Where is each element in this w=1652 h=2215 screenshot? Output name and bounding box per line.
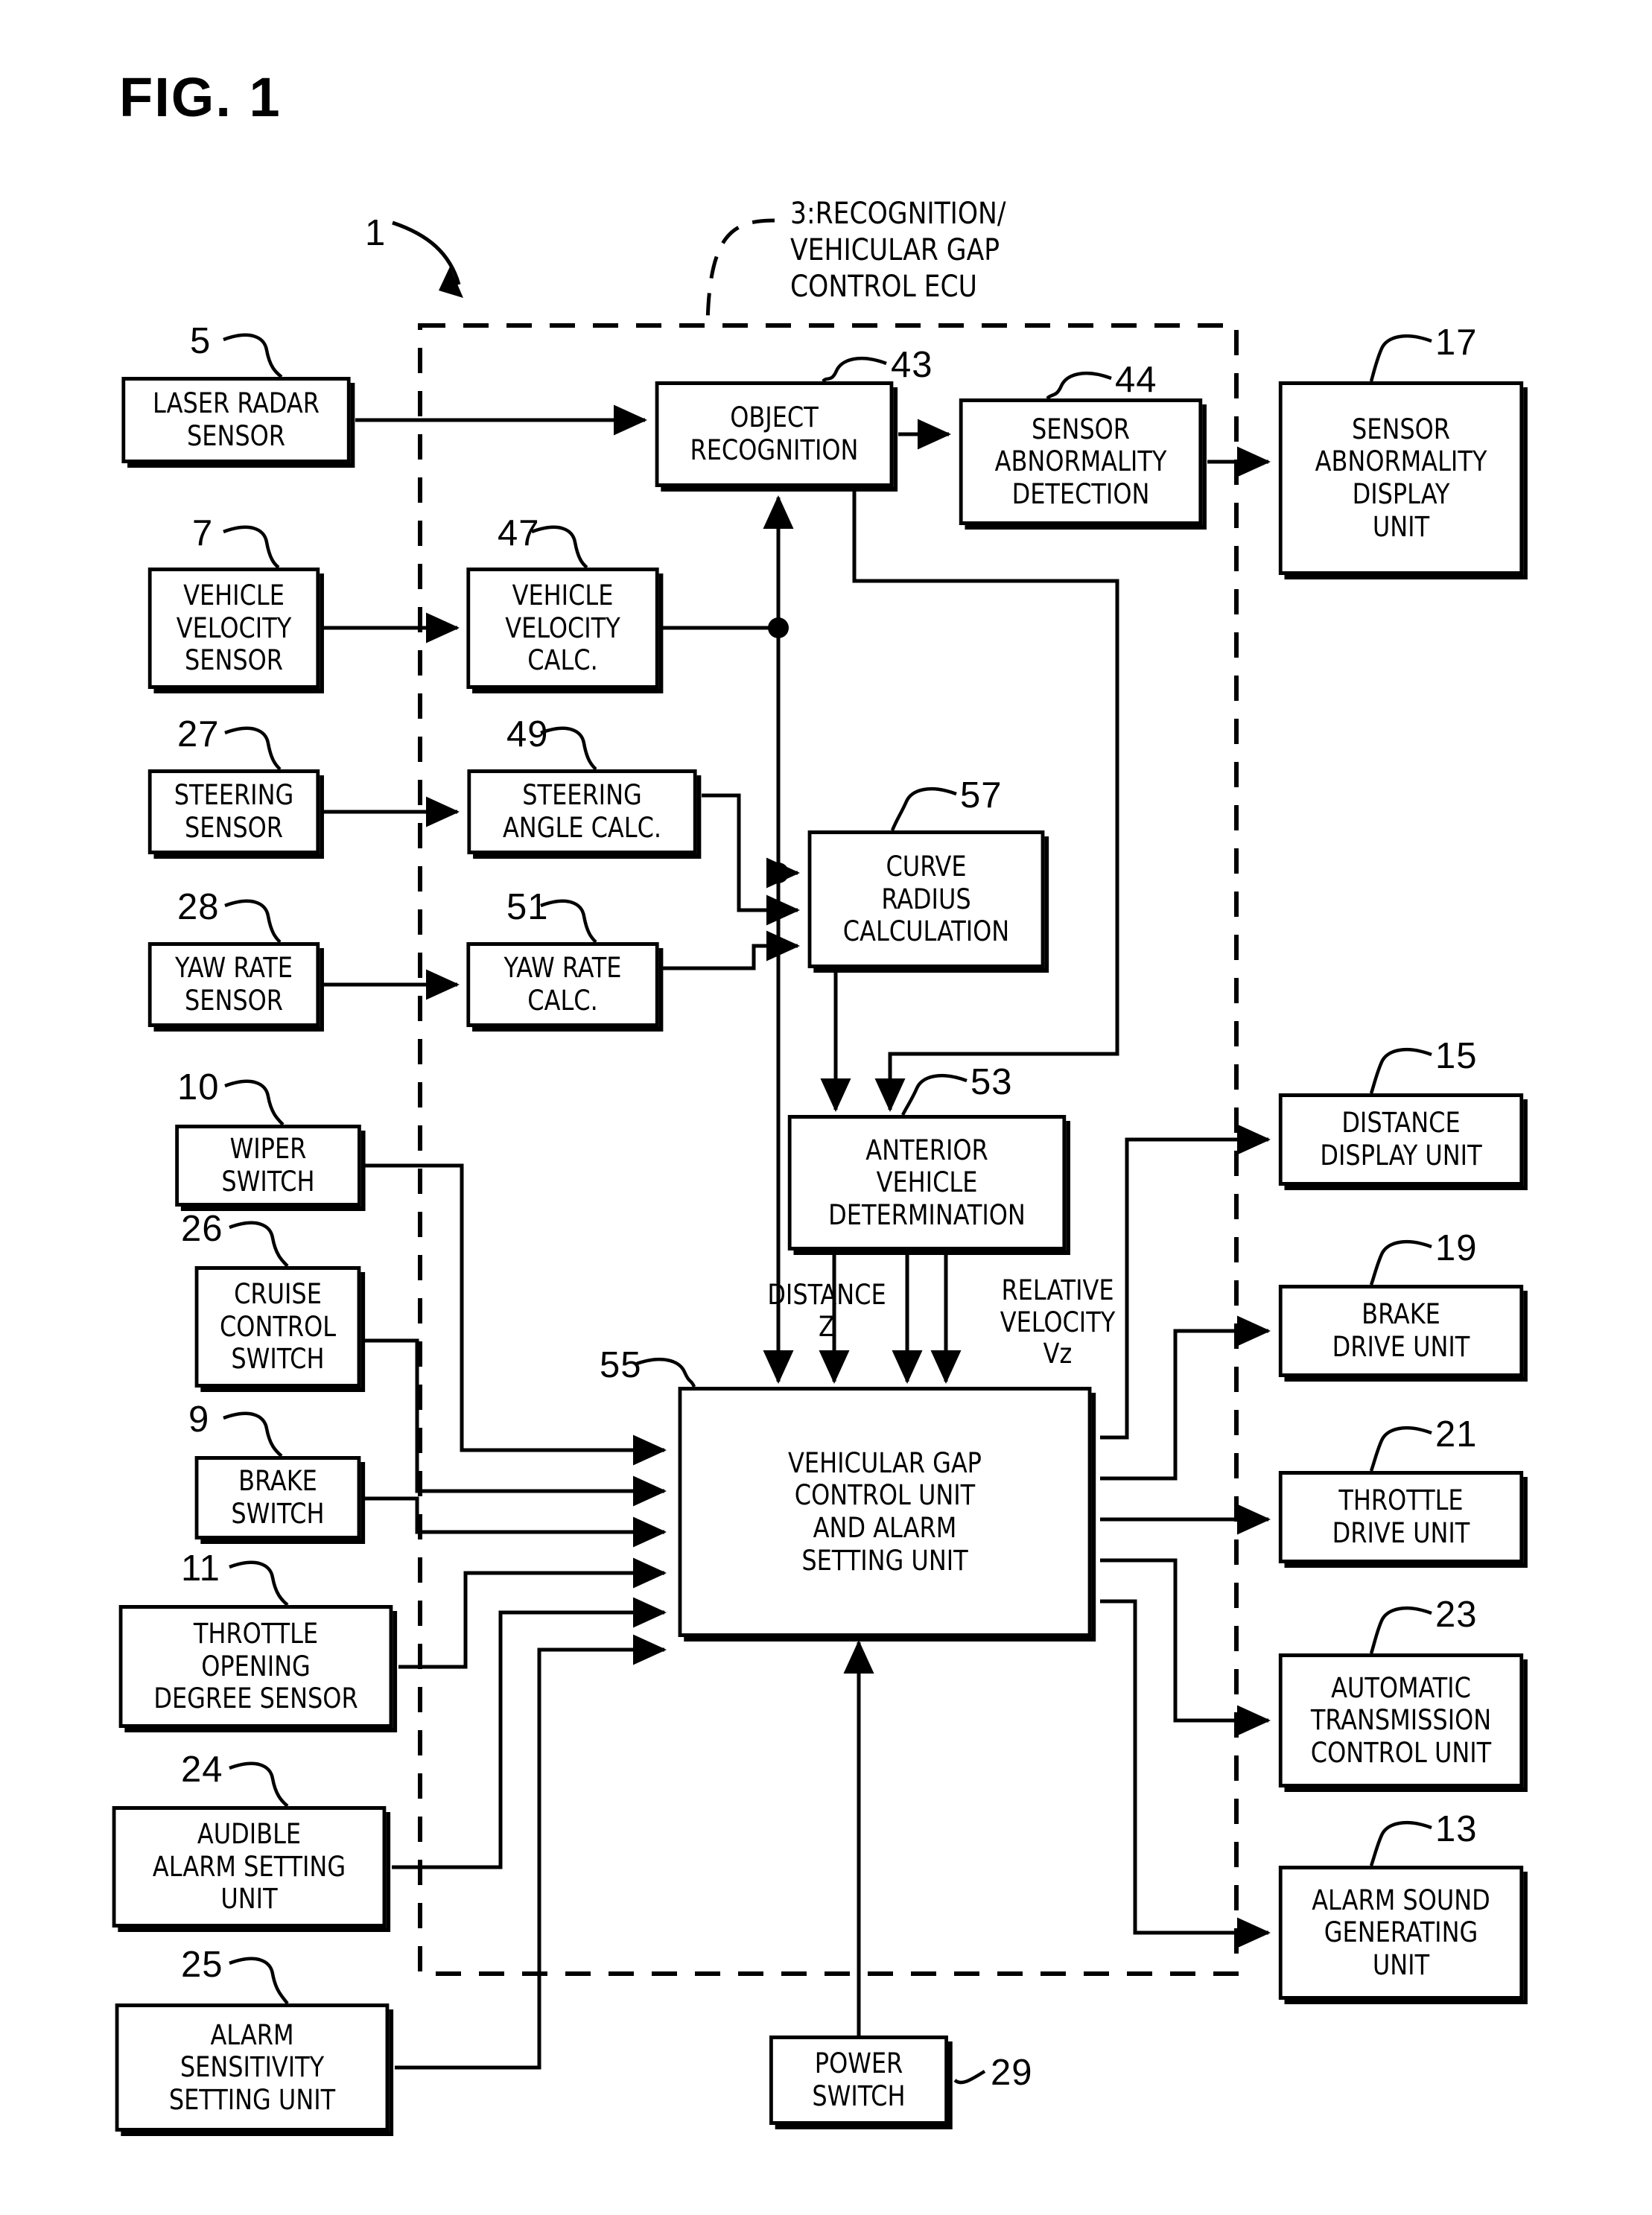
ref-26: 26 [181,1209,223,1249]
block-label-automatic_transmission_control_unit: AUTOMATIC TRANSMISSION CONTROL UNIT [1310,1671,1492,1769]
ref-57: 57 [960,775,1003,816]
block-yaw_rate_calc: YAW RATE CALC. [466,942,659,1027]
distance-z-label: DISTANCE Z [767,1279,886,1343]
wire-sac-to-curve [702,793,801,926]
ref-55: 55 [600,1345,642,1385]
block-power_switch: POWER SWITCH [769,2036,948,2125]
ref-19: 19 [1435,1228,1478,1268]
ref-9: 9 [188,1399,210,1440]
ref-5: 5 [190,321,212,361]
ref-11: 11 [181,1548,220,1589]
ref-23: 23 [1435,1595,1478,1635]
block-label-throttle_opening_degree_sensor: THROTTLE OPENING DEGREE SENSOR [153,1618,358,1715]
ref-13: 13 [1435,1809,1478,1849]
block-vehicle_velocity_calc: VEHICLE VELOCITY CALC. [466,568,659,689]
block-steering_angle_calc: STEERING ANGLE CALC. [467,769,697,854]
block-distance_display_unit: DISTANCE DISPLAY UNIT [1278,1093,1524,1186]
block-alarm_sensitivity_setting_unit: ALARM SENSITIVITY SETTING UNIT [115,2003,390,2132]
ref-51: 51 [506,887,549,927]
block-label-brake_drive_unit: BRAKE DRIVE UNIT [1332,1298,1470,1363]
patent-figure-1: FIG. 1 3:RECOGNITION/ VEHICULAR GAP CONT… [0,0,1652,2215]
block-label-wiper_switch: WIPER SWITCH [221,1133,315,1198]
block-label-steering_sensor: STEERING SENSOR [174,779,294,844]
block-curve_radius_calculation: CURVE RADIUS CALCULATION [807,830,1045,968]
block-automatic_transmission_control_unit: AUTOMATIC TRANSMISSION CONTROL UNIT [1278,1653,1524,1787]
block-sensor_abnormality_detection: SENSOR ABNORMALITY DETECTION [959,398,1203,525]
wire-brake-to-gap [364,1496,667,1548]
block-label-alarm_sound_generating_unit: ALARM SOUND GENERATING UNIT [1312,1884,1490,1981]
ref-21: 21 [1435,1414,1478,1455]
block-cruise_control_switch: CRUISE CONTROL SWITCH [194,1266,361,1388]
block-vehicle_velocity_sensor: VEHICLE VELOCITY SENSOR [147,568,320,689]
ref-28: 28 [177,887,220,927]
block-label-throttle_drive_unit: THROTTLE DRIVE UNIT [1332,1484,1470,1549]
block-label-vehicle_velocity_sensor: VEHICLE VELOCITY SENSOR [176,579,292,677]
block-label-laser_radar_sensor: LASER RADAR SENSOR [153,387,320,452]
block-yaw_rate_sensor: YAW RATE SENSOR [147,942,320,1027]
block-label-sensor_abnormality_display_unit: SENSOR ABNORMALITY DISPLAY UNIT [1315,413,1487,543]
wire-throttle-to-gap [398,1557,667,1669]
ref-49: 49 [506,714,549,754]
block-label-yaw_rate_calc: YAW RATE CALC. [503,952,622,1017]
ref-27: 27 [177,714,220,754]
ref-43: 43 [891,345,933,385]
block-laser_radar_sensor: LASER RADAR SENSOR [121,377,351,463]
block-label-cruise_control_switch: CRUISE CONTROL SWITCH [219,1278,337,1376]
block-label-anterior_vehicle_determination: ANTERIOR VEHICLE DETERMINATION [828,1134,1026,1231]
ref-7: 7 [192,513,214,553]
block-label-sensor_abnormality_detection: SENSOR ABNORMALITY DETECTION [994,413,1167,510]
block-brake_switch: BRAKE SWITCH [194,1456,361,1539]
block-anterior_vehicle_determination: ANTERIOR VEHICLE DETERMINATION [787,1115,1067,1250]
block-label-alarm_sensitivity_setting_unit: ALARM SENSITIVITY SETTING UNIT [168,2018,336,2116]
block-steering_sensor: STEERING SENSOR [147,769,320,854]
block-label-vehicular_gap_control_unit: VEHICULAR GAP CONTROL UNIT AND ALARM SET… [788,1446,982,1577]
ref-44: 44 [1115,360,1157,400]
block-label-power_switch: POWER SWITCH [812,2047,906,2112]
wire-gap-to-atcu [1100,1558,1271,1736]
ref-24: 24 [181,1750,223,1790]
ref-29: 29 [991,2053,1033,2093]
wire-sensitivity-to-gap [395,1634,667,2070]
block-label-vehicle_velocity_calc: VEHICLE VELOCITY CALC. [505,579,620,677]
block-label-steering_angle_calc: STEERING ANGLE CALC. [502,779,662,844]
block-sensor_abnormality_display_unit: SENSOR ABNORMALITY DISPLAY UNIT [1278,381,1524,575]
ref-53: 53 [970,1062,1013,1102]
block-label-brake_switch: BRAKE SWITCH [231,1465,325,1530]
block-label-object_recognition: OBJECT RECOGNITION [690,401,859,466]
block-throttle_drive_unit: THROTTLE DRIVE UNIT [1278,1471,1524,1563]
ref-47: 47 [498,513,540,553]
block-audible_alarm_setting_unit: AUDIBLE ALARM SETTING UNIT [112,1806,387,1928]
block-alarm_sound_generating_unit: ALARM SOUND GENERATING UNIT [1278,1866,1524,2000]
ref-1: 1 [365,213,387,253]
wire-wiper-to-gap [365,1163,667,1466]
block-label-audible_alarm_setting_unit: AUDIBLE ALARM SETTING UNIT [152,1818,346,1916]
block-label-yaw_rate_sensor: YAW RATE SENSOR [175,952,293,1017]
relative-velocity-vz-label: RELATIVE VELOCITY Vz [1000,1274,1116,1370]
ecu-leader [705,218,775,326]
wire-gap-to-alarm-sound [1100,1599,1271,1948]
ref-15: 15 [1435,1036,1478,1076]
ref-25: 25 [181,1945,223,1985]
ref-10: 10 [177,1067,220,1108]
block-label-distance_display_unit: DISTANCE DISPLAY UNIT [1320,1107,1482,1172]
block-vehicular_gap_control_unit: VEHICULAR GAP CONTROL UNIT AND ALARM SET… [678,1387,1092,1637]
ref-17: 17 [1435,322,1478,363]
block-throttle_opening_degree_sensor: THROTTLE OPENING DEGREE SENSOR [118,1605,393,1728]
block-object_recognition: OBJECT RECOGNITION [655,381,894,487]
block-brake_drive_unit: BRAKE DRIVE UNIT [1278,1285,1524,1377]
block-label-curve_radius_calculation: CURVE RADIUS CALCULATION [842,851,1010,948]
block-wiper_switch: WIPER SWITCH [175,1125,361,1207]
